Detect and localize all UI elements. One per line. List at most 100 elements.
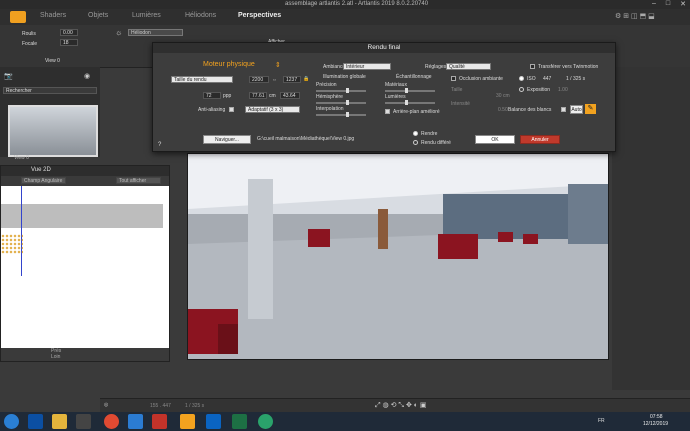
occlusion-checkbox[interactable] xyxy=(451,76,456,81)
ambiance-dropdown[interactable]: Intérieur xyxy=(343,63,391,70)
reglages-dropdown[interactable]: Qualité xyxy=(446,63,491,70)
clock-time[interactable]: 07:58 xyxy=(650,414,663,420)
loin-label: Loin xyxy=(51,354,61,360)
arriere-plan-checkbox[interactable] xyxy=(385,109,390,114)
balance-checkbox[interactable] xyxy=(561,107,566,112)
ambiance-label: Ambiance xyxy=(323,64,346,70)
render-viewport[interactable] xyxy=(187,153,609,360)
views-panel: 📷 ◉ Rechercher View 0 xyxy=(0,67,100,161)
tab-heliodons[interactable]: Héliodons xyxy=(185,12,216,19)
focale-field[interactable]: 18 xyxy=(60,39,78,46)
interpolation-slider[interactable] xyxy=(316,112,366,117)
tout-afficher-dropdown[interactable]: Tout afficher xyxy=(116,177,161,184)
naviguer-button[interactable]: Naviguer... xyxy=(203,135,251,144)
app-icon[interactable] xyxy=(128,414,143,429)
taille-value: 30 cm xyxy=(496,93,510,99)
arriere-plan-label: Arrière-plan amélioré xyxy=(393,109,440,115)
camera-line[interactable] xyxy=(21,186,22,276)
tab-lumieres[interactable]: Lumières xyxy=(132,12,161,19)
reglages-label: Réglages xyxy=(425,64,447,70)
explorer-icon[interactable] xyxy=(52,414,67,429)
width-cm-field[interactable]: 77.61 xyxy=(249,92,267,99)
width-field[interactable]: 2200 xyxy=(249,76,269,83)
roulis-label: Roulis xyxy=(22,31,36,37)
media-icon[interactable] xyxy=(76,414,91,429)
illum-title: Illumination globale xyxy=(323,74,366,80)
balance-label: Balance des blancs xyxy=(508,107,552,113)
ppp-unit: ppp xyxy=(223,93,232,99)
sun-icon[interactable]: ☼ xyxy=(115,28,122,37)
antialiasing-dropdown[interactable]: Adaptatif (3 x 3) xyxy=(245,106,300,113)
chrome-icon[interactable] xyxy=(104,414,119,429)
final-render-dialog: Rendu final Moteur physique ⇕ Taille du … xyxy=(152,42,616,152)
status-bar: ◎ 155 . 447 1 / 325 s ⤢ ◍ ⟲ ⤡ ✥ ◐ ▣ xyxy=(100,398,690,413)
start-button[interactable] xyxy=(4,414,19,429)
lumieres-slider[interactable] xyxy=(385,100,435,105)
cm-unit: cm xyxy=(269,93,276,99)
precision-slider[interactable] xyxy=(316,88,366,93)
lumieres-label: Lumières xyxy=(385,94,406,100)
camera-icon[interactable]: 📷 xyxy=(4,72,13,80)
app2-icon[interactable] xyxy=(258,414,273,429)
close-icon[interactable]: ✕ xyxy=(680,0,686,8)
view-tools-icons[interactable]: ⤢ ◍ ⟲ ⤡ ✥ ◐ ▣ xyxy=(375,401,427,410)
tab-perspectives[interactable]: Perspectives xyxy=(238,12,281,19)
height-field[interactable]: 1237 xyxy=(283,76,301,83)
height-cm-field[interactable]: 43.64 xyxy=(280,92,300,99)
ppp-field[interactable]: 72 xyxy=(203,92,221,99)
rendre-label: Rendre xyxy=(421,131,438,137)
vue-2d-panel: Vue 2D Champ Angulaire Tout afficher Prè… xyxy=(0,165,170,362)
link-icon[interactable]: ⇔ xyxy=(272,77,277,83)
antialiasing-checkbox[interactable] xyxy=(229,107,234,112)
ie-icon[interactable] xyxy=(28,414,43,429)
ok-button[interactable]: OK xyxy=(475,135,515,144)
windows-taskbar: FR 07:58 12/12/2019 xyxy=(0,412,690,431)
plan-objects[interactable] xyxy=(1,234,23,254)
tab-shaders[interactable]: Shaders xyxy=(40,12,66,19)
cancel-button[interactable]: Annuler xyxy=(520,135,560,144)
materiaux-label: Matériaux xyxy=(385,82,407,88)
twinmotion-checkbox[interactable] xyxy=(530,64,535,69)
excel-icon[interactable] xyxy=(232,414,247,429)
minimize-icon[interactable]: – xyxy=(652,0,656,8)
iso-radio[interactable] xyxy=(519,76,524,81)
roulis-field[interactable]: 0.00 xyxy=(60,29,78,36)
search-input[interactable]: Rechercher xyxy=(3,87,97,94)
maximize-icon[interactable]: □ xyxy=(666,0,670,8)
language-indicator[interactable]: FR xyxy=(598,418,605,424)
antialiasing-label: Anti-aliasing xyxy=(198,107,226,113)
iso-value[interactable]: 447 xyxy=(543,76,551,82)
engine-arrows-icon[interactable]: ⇕ xyxy=(275,61,281,69)
eye-icon[interactable]: ◉ xyxy=(84,72,90,80)
clock-date[interactable]: 12/12/2019 xyxy=(643,421,668,427)
precision-label: Précision xyxy=(316,82,337,88)
scale-readout: 1 / 325 s xyxy=(185,403,205,409)
interpolation-label: Interpolation xyxy=(316,106,344,112)
camera-small-icon[interactable]: ◎ xyxy=(104,402,108,408)
eyedropper-icon[interactable]: ✎ xyxy=(585,104,596,114)
auto-button[interactable]: Auto xyxy=(570,105,583,114)
hemisphere-slider[interactable] xyxy=(316,100,366,105)
heliodon-dropdown[interactable]: Héliodon xyxy=(128,29,183,36)
outlook-icon[interactable] xyxy=(206,414,221,429)
engine-selector[interactable]: Moteur physique xyxy=(203,61,255,68)
pdf-icon[interactable] xyxy=(152,414,167,429)
rendu-differe-radio[interactable] xyxy=(413,140,418,145)
hemisphere-label: Hémisphère xyxy=(316,94,343,100)
lock-icon[interactable]: 🔒 xyxy=(303,76,309,82)
exposition-value: 1.00 xyxy=(558,87,568,93)
view-thumbnail[interactable] xyxy=(8,105,98,157)
champ-dropdown[interactable]: Champ Angulaire xyxy=(21,177,66,184)
vue-2d-title: Vue 2D xyxy=(31,167,51,173)
toolbar-icons[interactable]: ⚙ ⊞ ◫ ⬒ ⬓ xyxy=(615,12,655,20)
rendre-radio[interactable] xyxy=(413,131,418,136)
help-icon[interactable]: ? xyxy=(158,142,161,148)
render-size-dropdown[interactable]: Taille du rendu xyxy=(171,76,233,83)
materiaux-slider[interactable] xyxy=(385,88,435,93)
view-label: View 0 xyxy=(45,58,60,64)
artlantis-taskbar-icon[interactable] xyxy=(180,414,195,429)
tab-objets[interactable]: Objets xyxy=(88,12,108,19)
shutter-value[interactable]: 1 / 325 s xyxy=(566,76,585,82)
output-path: G:\cueil malmaison\Médiathèque\View 0.jp… xyxy=(257,136,355,142)
exposition-radio[interactable] xyxy=(519,87,524,92)
